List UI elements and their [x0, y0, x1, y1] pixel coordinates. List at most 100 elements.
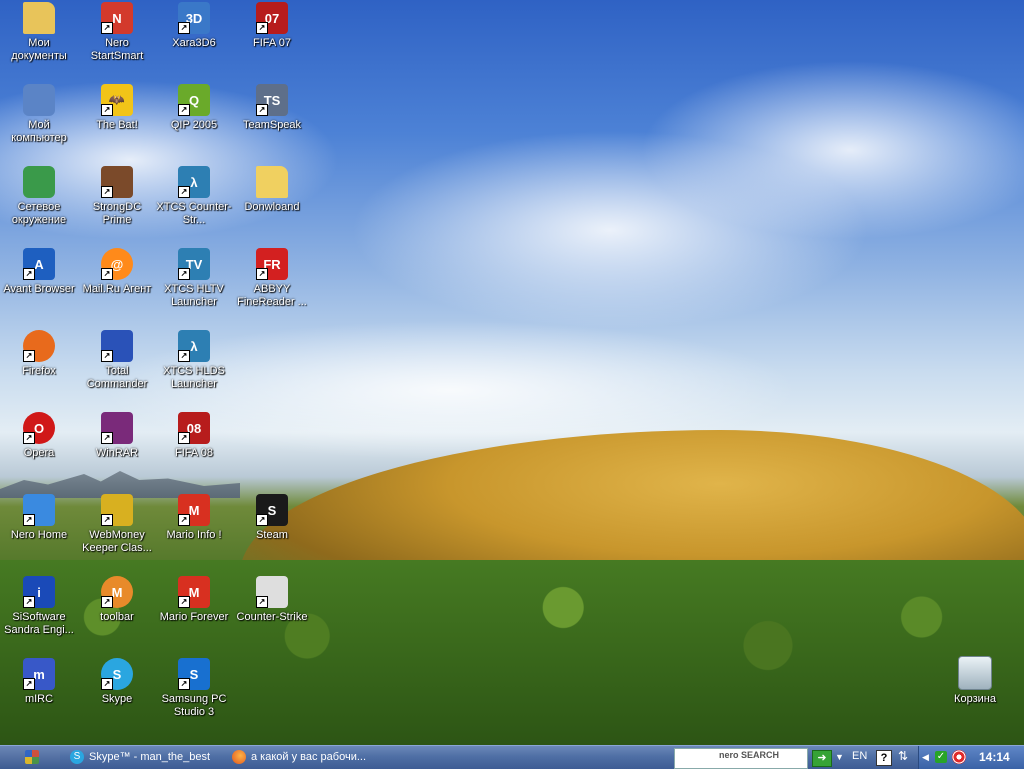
desktop-icon-skype-icon[interactable]: S ↗ Skype — [78, 658, 156, 706]
desktop-icon-hltv-icon[interactable]: TV ↗ XTCS HLTV Launcher — [155, 248, 233, 309]
task-firefox[interactable]: а какой у вас рабочи... — [228, 747, 398, 767]
desktop-icon-abbyy-icon[interactable]: FR ↗ ABBYY FineReader ... — [233, 248, 311, 309]
taskbar: S Skype™ - man_the_best а какой у вас ра… — [0, 745, 1024, 769]
task-skype[interactable]: S Skype™ - man_the_best — [66, 747, 226, 767]
task-label: а какой у вас рабочи... — [251, 751, 367, 763]
desktop-icon-label: ABBYY FineReader ... — [237, 283, 307, 308]
desktop-icon-fifa-icon[interactable]: 08 ↗ FIFA 08 — [155, 412, 233, 460]
skype-icon: S ↗ — [101, 658, 133, 690]
desktop-icon-label: Skype — [101, 693, 133, 705]
clock[interactable]: 14:14 — [979, 750, 1010, 764]
desktop-icon-label: XTCS Counter-Str... — [156, 201, 232, 226]
desktop-icon-label: Mario Info ! — [166, 529, 222, 541]
desktop-icon-steam-icon[interactable]: S ↗ Steam — [233, 494, 311, 542]
recycle-bin[interactable]: Корзина — [936, 656, 1014, 706]
desktop-icon-opera-icon[interactable]: O ↗ Opera — [0, 412, 78, 460]
hlds-icon: λ ↗ — [178, 330, 210, 362]
steam-icon: S ↗ — [256, 494, 288, 526]
strongdc-icon: ↗ — [101, 166, 133, 198]
hltv-icon: TV ↗ — [178, 248, 210, 280]
desktop-icon-hlds-icon[interactable]: λ ↗ XTCS HLDS Launcher — [155, 330, 233, 391]
desktop-icon-label: Mario Forever — [159, 611, 229, 623]
tray-expand-icon[interactable]: ◀ — [922, 752, 929, 763]
desktop-icon-xtcs-icon[interactable]: λ ↗ XTCS Counter-Str... — [155, 166, 233, 227]
desktop-icon-qip-icon[interactable]: Q ↗ QIP 2005 — [155, 84, 233, 132]
shortcut-arrow-icon: ↗ — [23, 596, 35, 608]
desktop-icon-mailru-icon[interactable]: @ ↗ Mail.Ru Агент — [78, 248, 156, 296]
teamspeak-icon: TS ↗ — [256, 84, 288, 116]
desktop-icon-label: QIP 2005 — [170, 119, 218, 131]
desktop-icon-label: Nero StartSmart — [90, 37, 144, 62]
desktop-icon-avant-icon[interactable]: A ↗ Avant Browser — [0, 248, 78, 296]
qip-icon: Q ↗ — [178, 84, 210, 116]
desktop-icon-sandra-icon[interactable]: i ↗ SiSoftware Sandra Engi... — [0, 576, 78, 637]
shortcut-arrow-icon: ↗ — [101, 350, 113, 362]
help-icon[interactable]: ? — [876, 750, 892, 766]
network-icon — [23, 166, 55, 198]
desktop-icon-firefox-icon[interactable]: ↗ Firefox — [0, 330, 78, 378]
desktop-icon-folder-icon[interactable]: Donwloand — [233, 166, 311, 214]
desktop-icon-xara-3d-icon[interactable]: 3D ↗ Xara3D6 — [155, 2, 233, 50]
shortcut-arrow-icon: ↗ — [178, 22, 190, 34]
nero-search-logo: nero SEARCH — [719, 750, 780, 760]
desktop-icon-label: Мой компьютер — [11, 119, 67, 144]
desktop-icon-mario-icon[interactable]: M ↗ Mario Forever — [155, 576, 233, 624]
opera-icon: O ↗ — [23, 412, 55, 444]
shield-check-icon[interactable]: ✓ — [935, 751, 947, 763]
desktop-icon-label: Avant Browser — [3, 283, 75, 295]
shortcut-arrow-icon: ↗ — [23, 432, 35, 444]
nero-home-icon: ↗ — [23, 494, 55, 526]
desktop-icon-toolbar-icon[interactable]: M ↗ toolbar — [78, 576, 156, 624]
fifa-icon: 08 ↗ — [178, 412, 210, 444]
skype-icon: S — [70, 750, 84, 764]
desktop-icon-folder-icon[interactable]: Мои документы — [0, 2, 78, 63]
mirc-icon: m ↗ — [23, 658, 55, 690]
webmoney-icon: ↗ — [101, 494, 133, 526]
desktop-icon-label: StrongDC Prime — [92, 201, 142, 226]
nero-search-box[interactable]: nero SEARCH — [674, 748, 808, 769]
desktop-icon-samsung-icon[interactable]: S ↗ Samsung PC Studio 3 — [155, 658, 233, 719]
desktop-icon-fifa-icon[interactable]: 07 ↗ FIFA 07 — [233, 2, 311, 50]
desktop-icon-label: Mail.Ru Агент — [82, 283, 152, 295]
go-arrow-icon[interactable]: ➜ — [812, 750, 832, 767]
system-tray: ◀ ✓ 14:14 — [918, 746, 1024, 769]
desktop-icon-label: Мои документы — [11, 37, 67, 62]
desktop-icon-floppy-icon[interactable]: ↗ Total Commander — [78, 330, 156, 391]
chevron-down-icon[interactable]: ▼ — [835, 752, 844, 762]
desktop-icon-mirc-icon[interactable]: m ↗ mIRC — [0, 658, 78, 706]
windows-logo-icon — [25, 750, 39, 764]
desktop-icon-label: FIFA 07 — [253, 37, 291, 49]
desktop-icon-label: WebMoney Keeper Clas... — [82, 529, 152, 554]
desktop-icon-label: XTCS HLDS Launcher — [163, 365, 225, 390]
desktop-icon-nero-icon[interactable]: N ↗ Nero StartSmart — [78, 2, 156, 63]
mailru-icon: @ ↗ — [101, 248, 133, 280]
start-button[interactable] — [0, 746, 60, 769]
shortcut-arrow-icon: ↗ — [101, 678, 113, 690]
desktop-icon-label: Samsung PC Studio 3 — [161, 693, 227, 718]
desktop-icon-winrar-icon[interactable]: ↗ WinRAR — [78, 412, 156, 460]
desktop-icon-webmoney-icon[interactable]: ↗ WebMoney Keeper Clas... — [78, 494, 156, 555]
desktop-icon-strongdc-icon[interactable]: ↗ StrongDC Prime — [78, 166, 156, 227]
desktop-icon-nero-home-icon[interactable]: ↗ Nero Home — [0, 494, 78, 542]
desktop-icon-bat-icon[interactable]: 🦇 ↗ The Bat! — [78, 84, 156, 132]
xtcs-icon: λ ↗ — [178, 166, 210, 198]
clipboard-icon[interactable]: ⇅ — [898, 749, 910, 765]
desktop-icon-mario-icon[interactable]: M ↗ Mario Info ! — [155, 494, 233, 542]
desktop-icon-label: SiSoftware Sandra Engi... — [4, 611, 74, 636]
desktop-icon-label: Total Commander — [86, 365, 148, 390]
desktop-icon-network-icon[interactable]: Сетевое окружение — [0, 166, 78, 227]
shortcut-arrow-icon: ↗ — [101, 514, 113, 526]
shortcut-arrow-icon: ↗ — [101, 596, 113, 608]
folder-icon — [256, 166, 288, 198]
shortcut-arrow-icon: ↗ — [178, 432, 190, 444]
antivirus-icon[interactable] — [952, 750, 966, 764]
desktop-icon-teamspeak-icon[interactable]: TS ↗ TeamSpeak — [233, 84, 311, 132]
shortcut-arrow-icon: ↗ — [256, 22, 268, 34]
desktop-icon-label: XTCS HLTV Launcher — [164, 283, 224, 308]
desktop-icon-label: WinRAR — [95, 447, 139, 459]
desktop-icon-counter-strike-icon[interactable]: ↗ Counter-Strike — [233, 576, 311, 624]
language-indicator[interactable]: EN — [852, 750, 867, 762]
desktop-icon-computer-icon[interactable]: Мой компьютер — [0, 84, 78, 145]
counter-strike-icon: ↗ — [256, 576, 288, 608]
shortcut-arrow-icon: ↗ — [178, 596, 190, 608]
